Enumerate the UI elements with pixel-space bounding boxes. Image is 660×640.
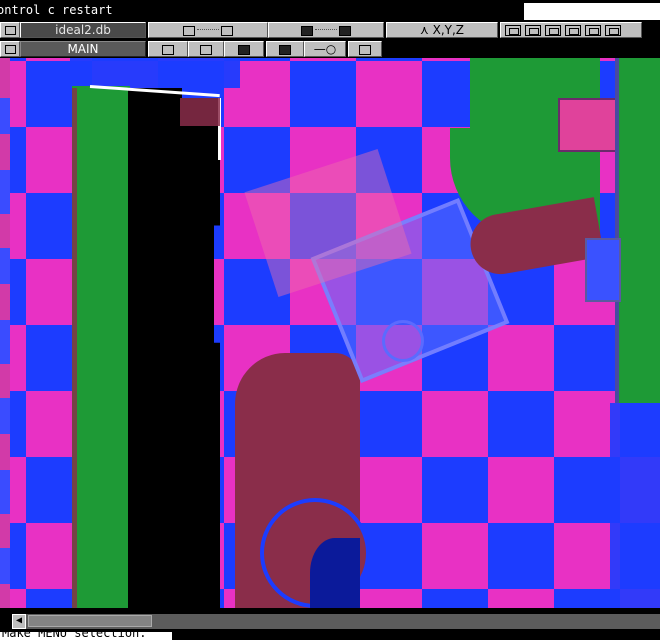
- status-message: Make MENU selection.: [0, 632, 172, 640]
- camera-button[interactable]: [148, 41, 188, 57]
- view-toggle-button[interactable]: [148, 22, 268, 38]
- layout-6-icon[interactable]: [605, 25, 621, 36]
- layout-2-icon[interactable]: [525, 25, 541, 36]
- light-button[interactable]: —○: [304, 41, 346, 57]
- black-wall: [128, 88, 182, 608]
- layout-3-icon[interactable]: [545, 25, 561, 36]
- axis-button[interactable]: ⋏ X,Y,Z: [386, 22, 498, 38]
- toolbar-row-1: ideal2.db ⋏ X,Y,Z: [0, 20, 660, 40]
- shaded-icon: [301, 25, 313, 36]
- light-icon: —○: [313, 42, 337, 56]
- title-bar: ontrol c restart: [0, 0, 660, 20]
- axis-icon: ⋏: [419, 23, 429, 37]
- copy-icon: [359, 44, 371, 55]
- window-menu-button[interactable]: [0, 22, 20, 38]
- shaded-icon: [339, 25, 351, 36]
- scroll-left-arrow-icon[interactable]: ◀: [12, 614, 26, 629]
- black-wall-step: [180, 98, 220, 608]
- side-menu-button[interactable]: [0, 41, 20, 57]
- toolbar-row-2: MAIN —○: [0, 40, 660, 58]
- layout-4-icon[interactable]: [565, 25, 581, 36]
- shade-icon: [238, 44, 250, 55]
- shade-button[interactable]: [224, 41, 264, 57]
- cube-button[interactable]: [266, 41, 304, 57]
- cube-icon: [279, 44, 291, 55]
- green-wall-left: [72, 86, 130, 608]
- horizontal-scrollbar: ◀: [0, 608, 660, 632]
- window-title: ontrol c restart: [0, 3, 113, 17]
- frame-icon: [183, 25, 195, 36]
- copy-button[interactable]: [348, 41, 382, 57]
- camera-icon: [162, 44, 174, 55]
- window-menu-icon: [4, 26, 16, 35]
- green-wall-right: [615, 58, 660, 403]
- left-rail: [0, 58, 10, 608]
- shade-toggle-button[interactable]: [268, 22, 384, 38]
- mode-label[interactable]: MAIN: [20, 41, 146, 57]
- layout-5-icon[interactable]: [585, 25, 601, 36]
- page-icon: [200, 44, 212, 55]
- layout-buttons: [500, 22, 642, 38]
- cube-ring: [382, 320, 424, 362]
- 3d-viewport[interactable]: [10, 58, 660, 608]
- panel-icon: [4, 45, 16, 54]
- layout-1-icon[interactable]: [505, 25, 521, 36]
- axis-label: X,Y,Z: [432, 23, 465, 37]
- title-bar-blank: [524, 3, 660, 20]
- pink-box: [558, 98, 617, 152]
- frame-icon: [221, 25, 233, 36]
- status-bar: Make MENU selection.: [0, 632, 660, 640]
- scroll-thumb[interactable]: [28, 615, 152, 627]
- database-name: ideal2.db: [20, 22, 146, 38]
- page-button[interactable]: [188, 41, 224, 57]
